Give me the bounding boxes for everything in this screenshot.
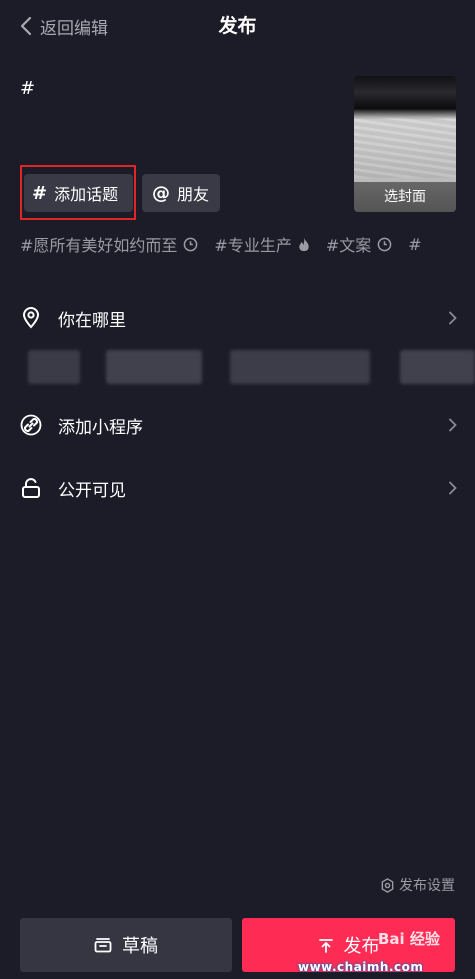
- back-button[interactable]: 返回编辑: [20, 12, 108, 40]
- publish-settings-label: 发布设置: [399, 878, 455, 894]
- cover-picker[interactable]: 选封面: [354, 76, 456, 212]
- caption-input[interactable]: #: [20, 78, 35, 99]
- publish-arrow-icon: [318, 939, 333, 953]
- cover-thumbnail: [354, 118, 456, 178]
- chevron-right-icon: [449, 481, 457, 495]
- add-topic-label: 添加话题: [54, 185, 119, 204]
- back-label: 返回编辑: [40, 18, 108, 39]
- location-suggestion[interactable]: [28, 350, 80, 384]
- suggested-tag-label: #愿所有美好如约而至: [20, 236, 178, 255]
- publish-button[interactable]: 发布: [242, 918, 455, 972]
- location-label: 你在哪里: [58, 310, 126, 331]
- add-topic-button[interactable]: # 添加话题: [24, 174, 133, 212]
- suggested-tag-label: #: [408, 234, 422, 254]
- mini-program-row[interactable]: 添加小程序: [20, 409, 460, 441]
- mini-program-label: 添加小程序: [58, 417, 143, 438]
- suggested-tag-label: #专业生产: [214, 236, 292, 255]
- location-row[interactable]: 你在哪里: [20, 302, 460, 334]
- draft-button[interactable]: 草稿: [20, 918, 232, 972]
- suggested-tag[interactable]: #文案: [326, 232, 392, 256]
- suggested-tags: #愿所有美好如约而至 #专业生产 #文案 #: [20, 232, 475, 256]
- mention-friend-label: 朋友: [177, 185, 210, 204]
- location-suggestion[interactable]: [400, 350, 475, 384]
- draft-label: 草稿: [122, 936, 158, 957]
- location-suggestion[interactable]: [230, 350, 370, 384]
- suggested-tag[interactable]: #愿所有美好如约而至: [20, 232, 198, 256]
- mention-friend-button[interactable]: @ 朋友: [142, 174, 220, 212]
- unlock-icon: [20, 477, 42, 499]
- suggested-tag-label: #文案: [325, 236, 372, 255]
- draft-box-icon: [94, 938, 112, 953]
- suggested-tag[interactable]: #专业生产: [214, 232, 309, 256]
- chevron-left-icon: [20, 16, 32, 36]
- visibility-label: 公开可见: [58, 480, 126, 501]
- at-icon: @: [152, 182, 170, 204]
- publish-settings-link[interactable]: 发布设置: [380, 875, 455, 895]
- cover-label: 选封面: [354, 182, 456, 212]
- location-suggestion[interactable]: [106, 350, 202, 384]
- publish-label: 发布: [343, 936, 380, 957]
- chevron-right-icon: [449, 418, 457, 432]
- visibility-row[interactable]: 公开可见: [20, 472, 460, 504]
- link-icon: [20, 414, 42, 436]
- chevron-right-icon: [449, 311, 457, 325]
- location-pin-icon: [20, 307, 42, 329]
- suggested-tag[interactable]: #: [408, 235, 421, 254]
- clock-icon: [184, 237, 198, 251]
- hash-icon: #: [32, 182, 48, 204]
- settings-gear-icon: [381, 877, 394, 893]
- clock-icon: [377, 237, 392, 251]
- flame-icon: [299, 237, 309, 251]
